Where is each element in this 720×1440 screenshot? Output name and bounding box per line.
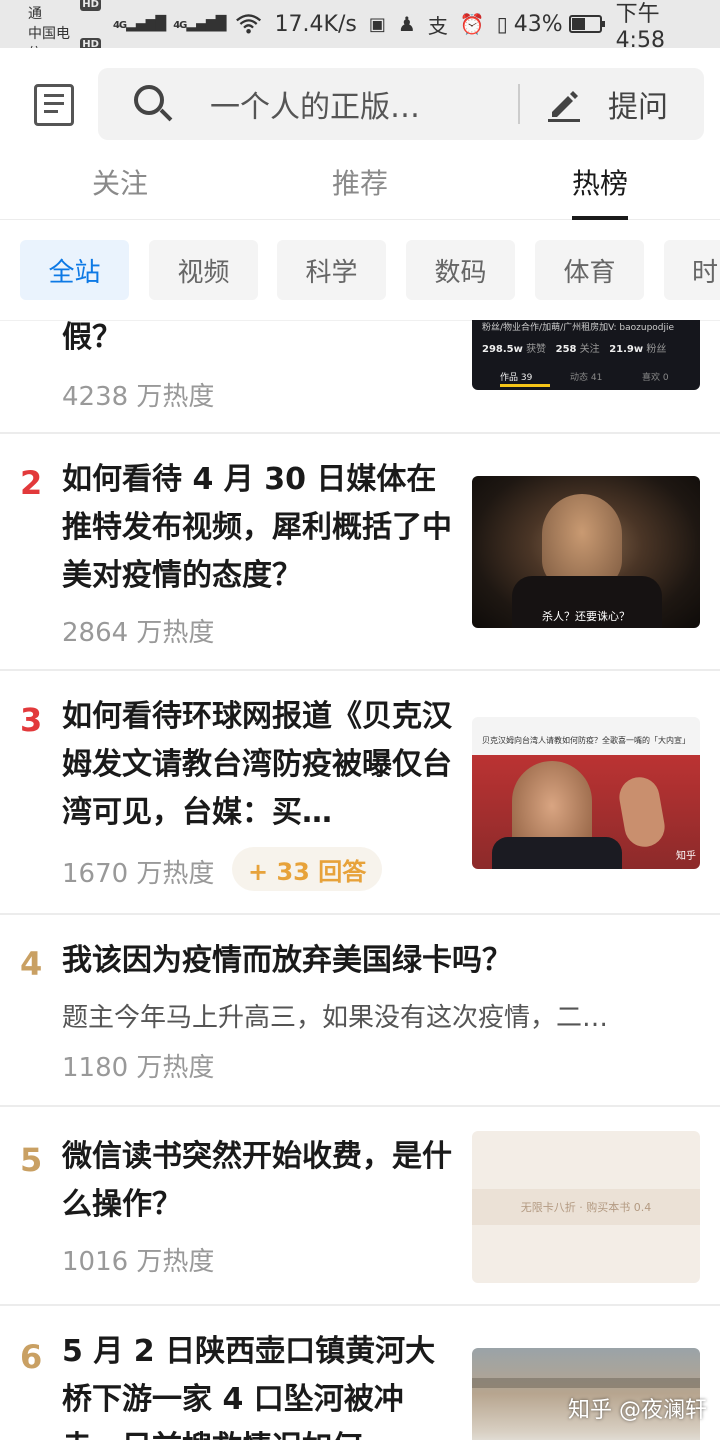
item-title: 我该因为疫情而放弃美国绿卡吗？ (62, 943, 512, 978)
network-type: 4G (173, 20, 187, 31)
item-title: 微信读书突然开始收费，是什么操作？ (62, 1139, 452, 1222)
profile-tab-posts: 动态 41 (570, 373, 603, 383)
item-heat: 4238 万热度 (62, 382, 215, 412)
battery-icon (568, 15, 605, 33)
ask-button[interactable]: 提问 (608, 82, 668, 126)
item-heat: 1180 万热度 (62, 1053, 215, 1083)
search-icon (134, 85, 164, 115)
category-video[interactable]: 视频 (149, 240, 258, 300)
stat-likes: 298.5w (482, 344, 523, 355)
hot-list-item[interactable]: 2 如何看待 4 月 30 日媒体在推特发布视频，犀利概括了中美对疫情的态度？ … (0, 434, 720, 671)
network-speed: 17.4K/s (274, 11, 357, 37)
photo-bridge (472, 1378, 700, 1388)
item-thumbnail: 粉丝/物业合作/加萌/广州租房加V: baozupodjie 298.5w 获赞… (472, 320, 700, 390)
stat-following-label: 关注 (579, 344, 600, 355)
stat-following: 258 (555, 344, 577, 355)
thumbnail-watermark: 知乎 (676, 851, 696, 862)
hot-list-item[interactable]: 3 如何看待环球网报道《贝克汉姆发文请教台湾防疫被曝仅台湾可见，台媒：买… 16… (0, 671, 720, 915)
tab-hot-list[interactable]: 热榜 (572, 162, 628, 202)
item-rank: 4 (20, 945, 43, 983)
category-digital[interactable]: 数码 (406, 240, 515, 300)
profile-bio: 粉丝/物业合作/加萌/广州租房加V: baozupodjie (482, 323, 675, 333)
category-science[interactable]: 科学 (277, 240, 386, 300)
app-header: 一个人的正版… 提问 关注 推荐 热榜 (0, 48, 720, 220)
hot-list-item[interactable]: 4 我该因为疫情而放弃美国绿卡吗？ 题主今年马上升高三，如果没有这次疫情，二… … (0, 915, 720, 1107)
category-bar: 全站 视频 科学 数码 体育 时 (0, 221, 720, 321)
app-notification-icon: ▣ (368, 13, 386, 35)
feed-tabs: 关注 推荐 热榜 (0, 160, 720, 220)
qq-icon: ♟ (397, 12, 416, 36)
stat-fans: 21.9w (609, 344, 644, 355)
vibrate-icon: ▯ (496, 12, 508, 36)
tab-recommend[interactable]: 推荐 (332, 162, 388, 202)
item-rank: 6 (20, 1338, 43, 1376)
profile-tab-indicator (500, 384, 550, 387)
active-tab-indicator (572, 216, 628, 220)
carrier-1: 中国联通 (28, 0, 70, 22)
item-title: 假？ (62, 320, 122, 355)
stat-fans-label: 粉丝 (646, 344, 667, 355)
answers-badge[interactable]: + 33 回答 (232, 847, 383, 891)
item-heat: 1670 万热度 (62, 859, 215, 889)
profile-stats: 298.5w 获赞 258 关注 21.9w 粉丝 (482, 340, 666, 355)
tab-follow[interactable]: 关注 (92, 162, 148, 202)
item-heat: 1016 万热度 (62, 1247, 215, 1277)
item-title: 如何看待环球网报道《贝克汉姆发文请教台湾防疫被曝仅台湾可见，台媒：买… (62, 699, 452, 830)
category-sports[interactable]: 体育 (535, 240, 644, 300)
item-heat: 2864 万热度 (62, 618, 215, 648)
network-type: 4G (112, 20, 127, 31)
clock: 下午4:58 (615, 1, 665, 53)
profile-tab-works: 作品 39 (500, 373, 533, 383)
category-all[interactable]: 全站 (20, 240, 129, 300)
search-placeholder: 一个人的正版… (210, 90, 420, 125)
thumbnail-caption: 杀人？还要诛心？ (542, 610, 630, 623)
alipay-icon: 支 (427, 13, 448, 38)
wifi-icon (236, 14, 262, 34)
stat-likes-label: 获赞 (526, 344, 547, 355)
profile-tab-likes: 喜欢 0 (642, 373, 669, 383)
battery-percent: 43% (513, 11, 563, 37)
photo-hands (616, 774, 668, 850)
search-divider (518, 84, 520, 124)
hot-list-item[interactable]: 假？ 4238 万热度 粉丝/物业合作/加萌/广州租房加V: baozupodj… (0, 320, 720, 434)
search-bar[interactable]: 一个人的正版… 提问 (98, 68, 704, 140)
item-rank: 5 (20, 1141, 43, 1179)
notes-menu-icon[interactable] (34, 84, 74, 126)
item-rank: 3 (20, 701, 43, 739)
pencil-icon (548, 91, 580, 122)
watermark: 知乎 @夜澜轩 (568, 1398, 707, 1423)
signal-icon: 4G▂▄▆█ (173, 16, 226, 32)
item-title: 5 月 2 日陕西壶口镇黄河大桥下游一家 4 口坠河被冲走，目前搜救情况如何… (62, 1334, 436, 1440)
hd-badge: HD (80, 0, 101, 11)
item-title: 如何看待 4 月 30 日媒体在推特发布视频，犀利概括了中美对疫情的态度？ (62, 462, 452, 593)
hot-list-item[interactable]: 5 微信读书突然开始收费，是什么操作？ 1016 万热度 无限卡八折 · 购买本… (0, 1107, 720, 1306)
thumbnail-caption: 贝克汉姆向台湾人请教如何防疫？全歌喜一嘴的「大内宣」 (482, 736, 690, 745)
item-excerpt: 题主今年马上升高三，如果没有这次疫情，二… (62, 1003, 609, 1033)
category-more[interactable]: 时 (664, 240, 720, 300)
photo-body (492, 837, 622, 869)
item-thumbnail: 无限卡八折 · 购买本书 0.4 (472, 1131, 700, 1283)
item-rank: 2 (20, 464, 43, 502)
signal-icon: 4G▂▄▆█ (112, 16, 166, 32)
status-bar: 中国联通HD 中国电信HD 4G▂▄▆█ 4G▂▄▆█ 17.4K/s ▣ ♟ … (0, 0, 720, 62)
battery-fill (571, 18, 585, 30)
thumbnail-caption: 无限卡八折 · 购买本书 0.4 (520, 1201, 652, 1214)
item-thumbnail: 贝克汉姆向台湾人请教如何防疫？全歌喜一嘴的「大内宣」 知乎 (472, 717, 700, 869)
item-thumbnail: 杀人？还要诛心？ (472, 476, 700, 628)
alarm-icon: ⏰ (459, 12, 485, 36)
